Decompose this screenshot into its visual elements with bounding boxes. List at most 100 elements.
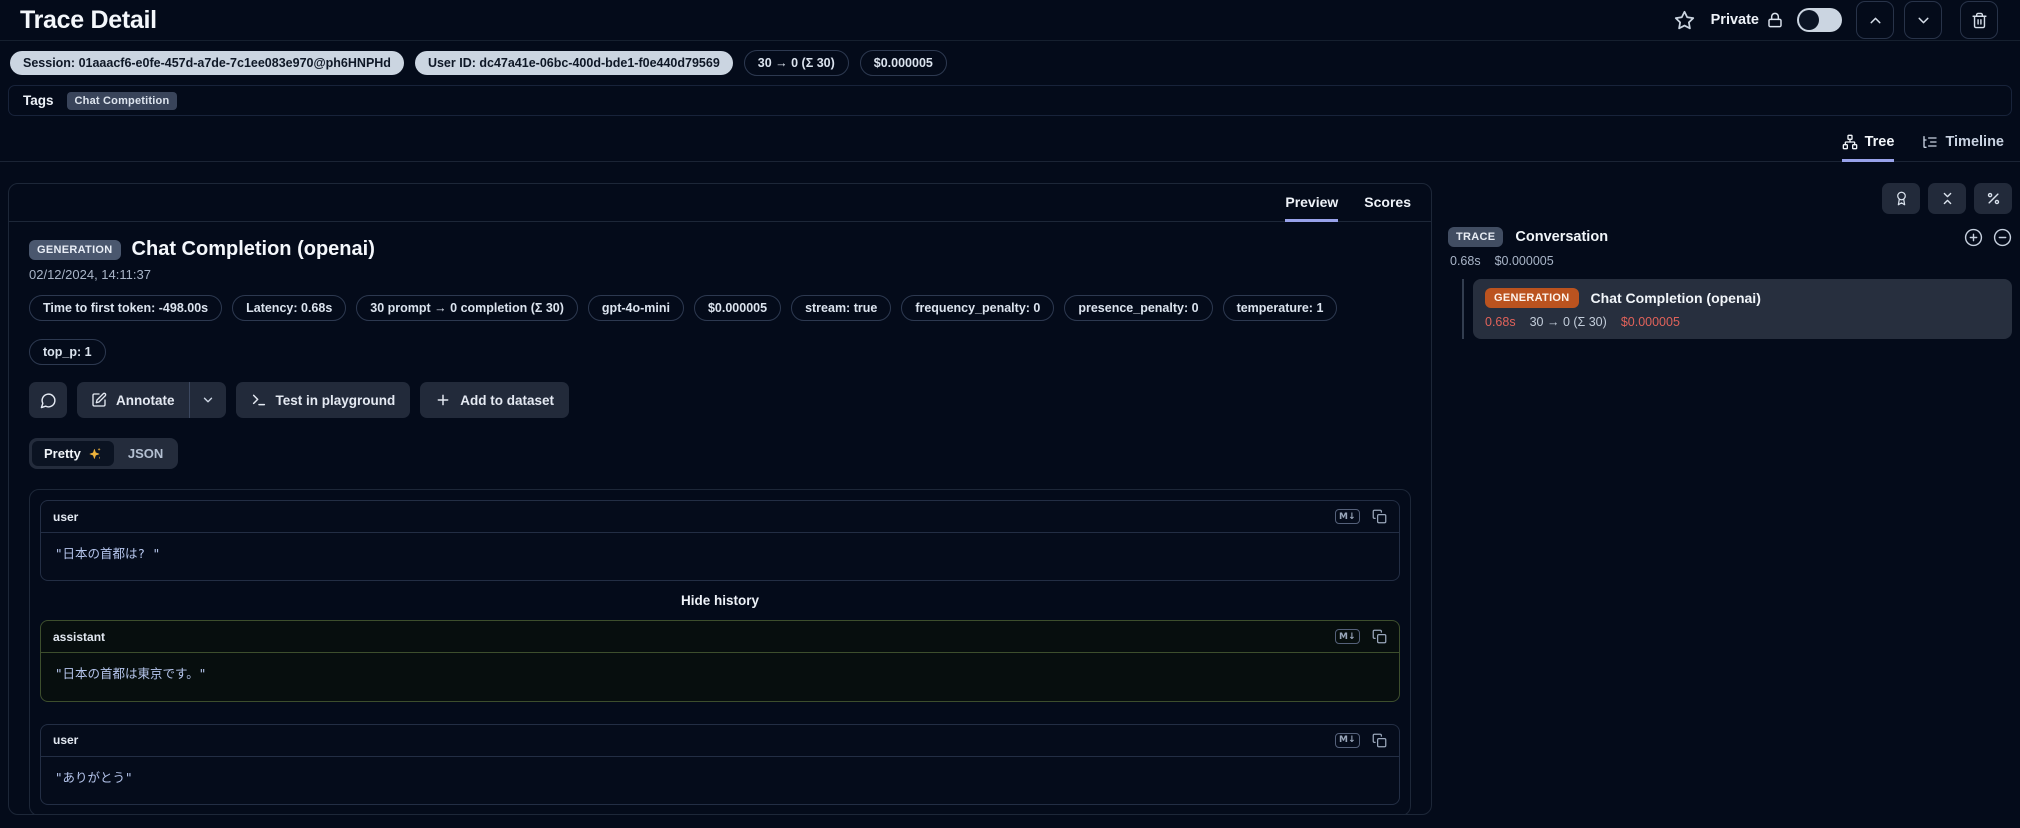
copy-button[interactable]: [1372, 509, 1387, 524]
collapse-all-button[interactable]: [1928, 183, 1966, 214]
award-icon: [1896, 191, 1906, 206]
minus-circle-icon: [1993, 228, 2012, 246]
page-title: Trace Detail: [20, 5, 157, 34]
tag-chat-competition[interactable]: Chat Competition: [66, 91, 178, 110]
badge-latency: Latency: 0.68s: [232, 295, 347, 321]
metrics-toggle-button[interactable]: [1974, 183, 2012, 214]
badge-stream: stream: true: [791, 295, 892, 321]
scores-toggle-button[interactable]: [1882, 183, 1920, 214]
copy-button[interactable]: [1372, 629, 1387, 644]
observation-actions: Annotate Test in playground Add to datas…: [29, 382, 1411, 418]
plus-icon: [437, 394, 449, 406]
top-bar: Trace Detail Private: [0, 0, 2020, 41]
user-id-badge[interactable]: User ID: dc47a41e-06bc-400d-bde1-f0e440d…: [414, 51, 733, 75]
test-in-playground-button[interactable]: Test in playground: [235, 382, 411, 418]
chevron-down-icon: [1917, 17, 1929, 23]
chevron-up-icon: [1869, 17, 1881, 23]
trace-meta-row: Session: 01aaacf6-e0fe-457d-a7de-7c1ee08…: [0, 41, 2020, 85]
message-header: user M↓: [41, 725, 1399, 757]
badge-top-p: top_p: 1: [29, 339, 106, 365]
generation-cost: $0.000005: [1620, 315, 1680, 329]
message-role: user: [53, 733, 79, 747]
copy-icon: [1372, 629, 1387, 644]
generation-token-usage: 30 → 0 (Σ 30): [1529, 315, 1607, 329]
next-trace-button[interactable]: [1904, 1, 1942, 39]
comment-icon: [40, 392, 56, 408]
observation-panel: Preview Scores GENERATION Chat Completio…: [8, 183, 1432, 815]
chevron-down-icon: [203, 397, 212, 403]
tree-icon: [1842, 134, 1857, 150]
prev-trace-button[interactable]: [1856, 1, 1894, 39]
generation-node-selected[interactable]: GENERATION Chat Completion (openai) 0.68…: [1473, 279, 2012, 339]
comments-button[interactable]: [29, 382, 67, 418]
tab-preview[interactable]: Preview: [1285, 194, 1339, 222]
hide-history-link[interactable]: Hide history: [40, 593, 1400, 608]
observation-type-badge: GENERATION: [29, 239, 121, 260]
session-badge[interactable]: Session: 01aaacf6-e0fe-457d-a7de-7c1ee08…: [10, 51, 404, 75]
message-content: "日本の首都は東京です。": [55, 666, 207, 682]
visibility-label: Private: [1710, 12, 1759, 28]
format-json-segment[interactable]: JSON: [116, 441, 175, 466]
observation-title-row: GENERATION Chat Completion (openai): [29, 238, 1411, 261]
tags-row: Tags Chat Competition: [8, 85, 2012, 116]
tab-tree[interactable]: Tree: [1841, 134, 1895, 162]
generation-type-badge: GENERATION: [1485, 288, 1579, 308]
tree-children: GENERATION Chat Completion (openai) 0.68…: [1462, 279, 2012, 339]
delete-trace-button[interactable]: [1960, 1, 1998, 39]
tags-label: Tags: [23, 93, 54, 108]
trace-title[interactable]: Conversation: [1515, 229, 1608, 245]
trace-node-actions: [1964, 228, 2012, 247]
timeline-icon: [1923, 136, 1938, 148]
message-tools: M↓: [1334, 509, 1388, 524]
test-in-playground-label: Test in playground: [275, 392, 396, 408]
star-icon: [1674, 10, 1694, 29]
trace-root-node[interactable]: TRACE Conversation: [1448, 227, 2012, 247]
tab-tree-label: Tree: [1864, 134, 1895, 150]
annotate-dropdown-button[interactable]: [190, 382, 226, 418]
panel-tabs: Preview Scores: [9, 184, 1431, 222]
message-role: assistant: [53, 629, 106, 644]
format-pretty-label: Pretty: [44, 446, 81, 461]
visibility-toggle[interactable]: [1797, 8, 1842, 32]
lock-icon: [1767, 12, 1783, 28]
expand-all-button[interactable]: [1964, 228, 1983, 247]
sparkles-icon: [89, 447, 101, 459]
format-pretty-segment[interactable]: Pretty: [32, 441, 114, 466]
cost-badge: $0.000005: [859, 50, 947, 76]
tab-scores[interactable]: Scores: [1364, 194, 1411, 222]
observation-badges: Time to first token: -498.00s Latency: 0…: [29, 295, 1411, 365]
messages-container: user M↓ "日本の首都は? " Hide history assistan…: [29, 489, 1411, 814]
annotate-button[interactable]: Annotate: [77, 382, 189, 418]
badge-presence-penalty: presence_penalty: 0: [1064, 295, 1213, 321]
markdown-toggle-icon[interactable]: M↓: [1334, 629, 1360, 645]
collapse-node-button[interactable]: [1993, 228, 2012, 247]
annotate-label: Annotate: [116, 392, 175, 408]
trace-latency: 0.68s: [1450, 254, 1481, 268]
tab-timeline-label: Timeline: [1945, 134, 2004, 150]
annotate-split-button: Annotate: [77, 382, 226, 418]
toggle-knob: [1799, 10, 1819, 30]
message-content: "日本の首都は? ": [55, 546, 161, 561]
message-tools: M↓: [1334, 629, 1388, 645]
badge-temperature: temperature: 1: [1222, 295, 1338, 321]
percent-icon: [1987, 192, 1999, 205]
markdown-toggle-icon[interactable]: M↓: [1334, 509, 1360, 524]
token-usage-badge: 30 → 0 (Σ 30): [743, 50, 849, 76]
observation-timestamp: 02/12/2024, 14:11:37: [29, 267, 151, 282]
message-assistant: assistant M↓ "日本の首都は東京です。": [40, 620, 1400, 702]
bookmark-star-button[interactable]: [1672, 8, 1697, 33]
trash-icon: [1971, 12, 1987, 28]
message-header: user M↓: [41, 501, 1399, 533]
copy-icon: [1372, 509, 1387, 524]
tab-timeline[interactable]: Timeline: [1922, 134, 2004, 162]
markdown-toggle-icon[interactable]: M↓: [1334, 732, 1360, 748]
observation-panel-body: GENERATION Chat Completion (openai) 02/1…: [9, 222, 1431, 814]
observation-title: Chat Completion (openai): [131, 238, 375, 260]
trace-cost: $0.000005: [1494, 254, 1554, 268]
badge-model[interactable]: gpt-4o-mini: [587, 295, 684, 321]
add-to-dataset-button[interactable]: Add to dataset: [420, 382, 570, 418]
copy-button[interactable]: [1372, 733, 1387, 748]
format-toggle: Pretty JSON: [29, 438, 179, 469]
chevrons-down-up-icon: [1943, 192, 1951, 205]
badge-frequency-penalty: frequency_penalty: 0: [901, 295, 1055, 321]
